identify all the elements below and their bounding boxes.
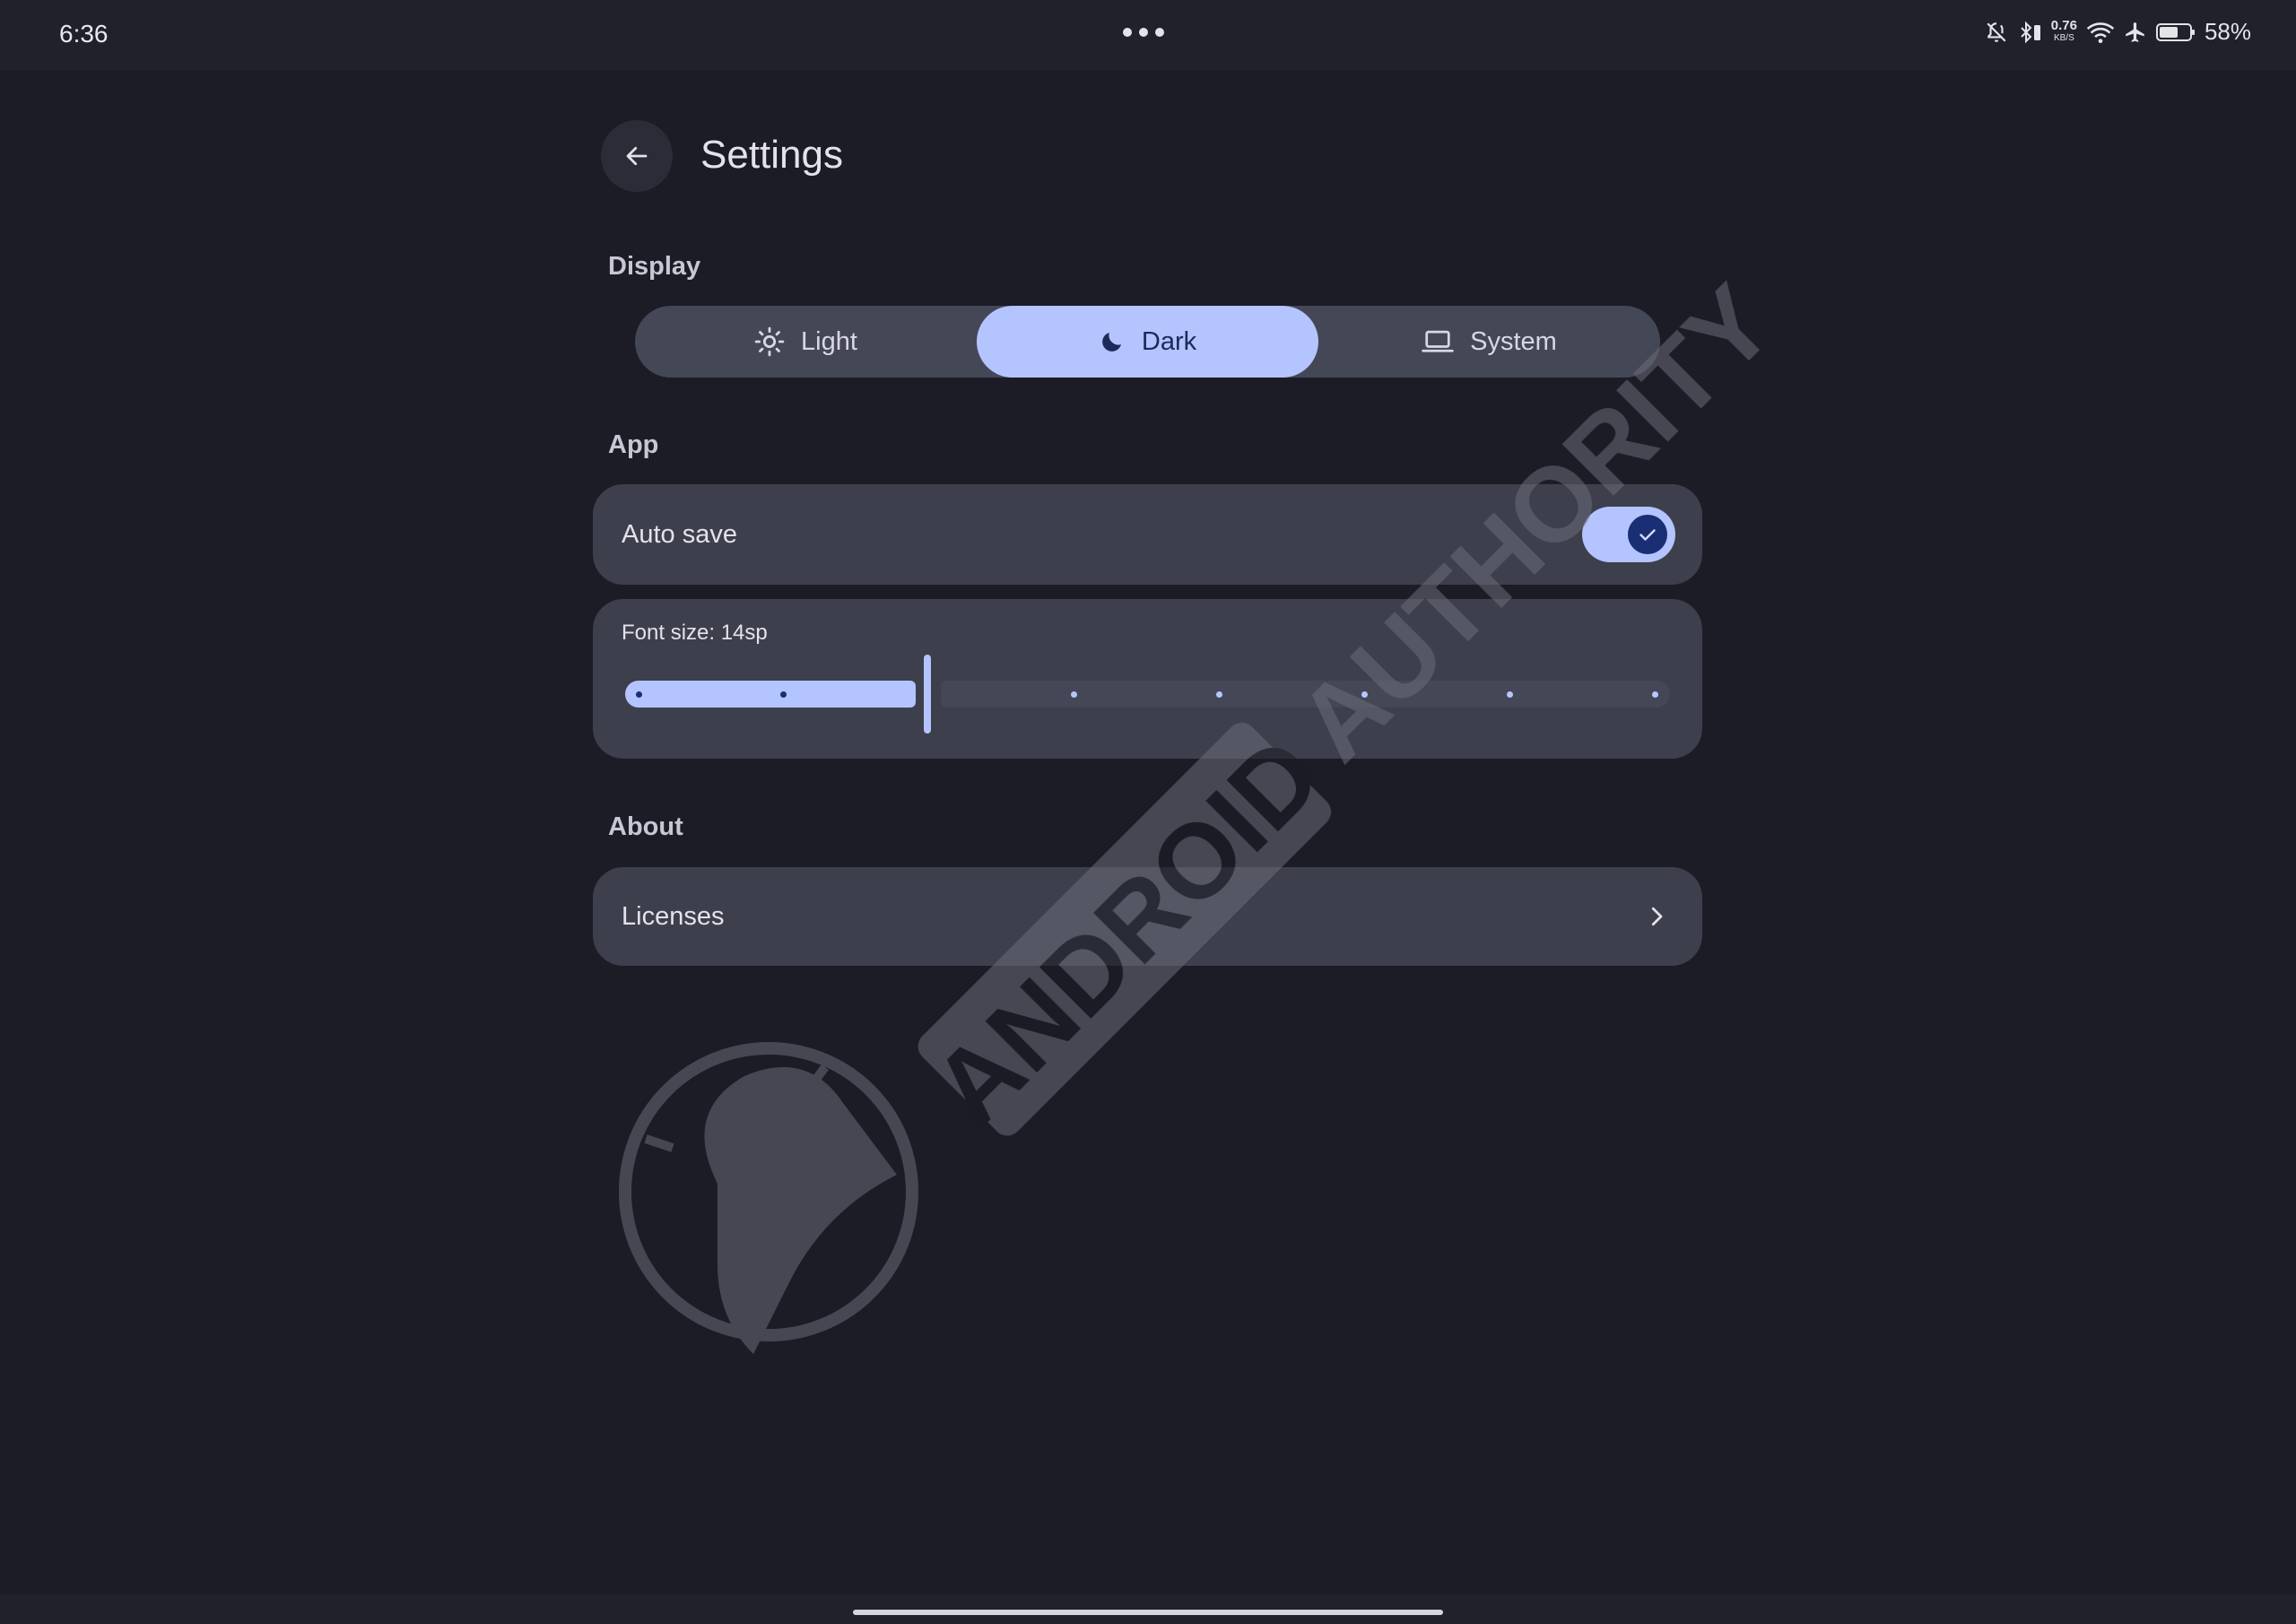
auto-save-toggle[interactable] (1582, 507, 1675, 562)
theme-option-light[interactable]: Light (635, 306, 977, 378)
theme-option-system[interactable]: System (1318, 306, 1660, 378)
slider-inactive-track (941, 681, 1670, 708)
toggle-thumb (1628, 515, 1667, 554)
slider-tick (1071, 691, 1077, 698)
moon-icon (1102, 333, 1121, 352)
auto-save-row[interactable]: Auto save (593, 484, 1702, 585)
bluetooth-battery-icon (2021, 21, 2040, 43)
section-label-display: Display (608, 252, 701, 281)
section-label-about: About (608, 812, 683, 841)
slider-tick (1507, 691, 1513, 698)
theme-segmented-control: Light Dark System (635, 306, 1660, 378)
font-size-card: Font size: 14sp (593, 599, 1702, 759)
slider-tick (1361, 691, 1368, 698)
licenses-row[interactable]: Licenses (593, 867, 1702, 966)
status-icons: 0.76 KB/S 58% (1985, 18, 2251, 46)
theme-option-light-label: Light (801, 326, 857, 356)
overflow-dots-icon[interactable] (1123, 28, 1164, 37)
auto-save-label: Auto save (622, 520, 737, 549)
licenses-label: Licenses (622, 902, 725, 931)
font-size-label: Font size: 14sp (622, 621, 768, 645)
slider-tick (1216, 691, 1222, 698)
battery-percentage: 58% (2204, 18, 2251, 45)
theme-option-dark[interactable]: Dark (977, 306, 1318, 378)
chevron-right-icon (1651, 907, 1663, 926)
slider-handle[interactable] (924, 655, 931, 734)
arrow-left-icon (626, 146, 648, 166)
sun-icon (754, 326, 785, 357)
slider-tick (780, 691, 787, 698)
status-time: 6:36 (59, 20, 109, 48)
slider-tick (1652, 691, 1658, 698)
settings-screen: 6:36 0.76 KB/S 58% Settings Display Light… (0, 0, 2296, 1624)
battery-icon (2155, 22, 2195, 41)
check-icon (1639, 529, 1656, 541)
bell-off-icon (1987, 22, 2006, 42)
slider-active-track (625, 681, 916, 708)
laptop-icon (1422, 330, 1454, 352)
section-label-app: App (608, 430, 659, 459)
wifi-icon (2086, 22, 2115, 43)
font-size-slider[interactable] (625, 653, 1670, 734)
net-speed: 0.76 KB/S (2050, 17, 2077, 43)
android-authority-watermark: ANDROID AUTHORITY (619, 263, 1796, 1354)
back-button[interactable] (601, 120, 673, 192)
page-title: Settings (700, 133, 843, 177)
theme-option-system-label: System (1470, 326, 1557, 356)
home-gesture-handle[interactable] (853, 1610, 1443, 1615)
status-bar: 6:36 0.76 KB/S 58% (0, 0, 2296, 70)
theme-option-dark-label: Dark (1141, 326, 1197, 356)
slider-tick (636, 691, 642, 698)
airplane-icon (2126, 22, 2144, 42)
